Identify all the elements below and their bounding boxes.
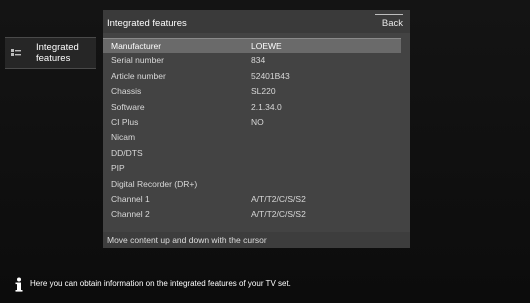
feature-name: Article number xyxy=(111,70,166,81)
feature-value: SL220 xyxy=(251,86,276,97)
tv-screen: Integrated features Integrated features … xyxy=(0,0,530,303)
feature-name: CI Plus xyxy=(111,116,139,127)
feature-value: 52401B43 xyxy=(251,70,290,81)
feature-list[interactable]: Manufacturer LOEWE Serial number 834 Article… xyxy=(103,38,410,223)
feature-name: Manufacturer xyxy=(111,41,162,51)
feature-row[interactable]: Article number 52401B43 xyxy=(103,69,410,84)
feature-name: Digital Recorder (DR+) xyxy=(111,178,198,189)
feature-name: Software xyxy=(111,101,145,112)
feature-name: PIP xyxy=(111,163,125,174)
feature-row[interactable]: Nicam xyxy=(103,130,410,145)
feature-value: A/T/T2/C/S/S2 xyxy=(251,209,306,220)
feature-value: NO xyxy=(251,116,264,127)
panel-header: Integrated features Back xyxy=(103,10,410,33)
feature-row[interactable]: Manufacturer LOEWE xyxy=(103,38,401,54)
info-text: Here you can obtain information on the i… xyxy=(30,279,291,288)
panel-title: Integrated features xyxy=(107,18,187,29)
feature-row[interactable]: Serial number 834 xyxy=(103,53,410,68)
feature-name: Chassis xyxy=(111,86,142,97)
feature-row[interactable]: Channel 1 A/T/T2/C/S/S2 xyxy=(103,192,410,207)
back-button[interactable]: Back xyxy=(375,14,403,32)
feature-row[interactable]: Chassis SL220 xyxy=(103,84,410,99)
list-icon xyxy=(11,49,21,56)
feature-value: A/T/T2/C/S/S2 xyxy=(251,193,306,204)
feature-value: 2.1.34.0 xyxy=(251,101,282,112)
feature-name: Nicam xyxy=(111,132,136,143)
feature-row[interactable]: CI Plus NO xyxy=(103,115,410,130)
integrated-features-panel: Integrated features Back Manufacturer LOE… xyxy=(103,10,410,248)
feature-name: Serial number xyxy=(111,55,164,66)
feature-name: DD/DTS xyxy=(111,147,143,158)
feature-row[interactable]: Digital Recorder (DR+) xyxy=(103,177,410,192)
feature-row[interactable]: DD/DTS xyxy=(103,146,410,161)
feature-name: Channel 1 xyxy=(111,193,150,204)
feature-name: Channel 2 xyxy=(111,209,150,220)
feature-row[interactable]: Channel 2 A/T/T2/C/S/S2 xyxy=(103,207,410,222)
navigation-hint: Move content up and down with the cursor xyxy=(103,232,410,248)
feature-value: 834 xyxy=(251,55,266,66)
sidebar-item-label: Integrated features xyxy=(36,42,79,64)
feature-row[interactable]: Software 2.1.34.0 xyxy=(103,100,410,115)
sidebar-item-integrated-features[interactable]: Integrated features xyxy=(5,37,96,69)
navigation-hint-text: Move content up and down with the cursor xyxy=(107,235,267,245)
feature-value: LOEWE xyxy=(251,41,282,51)
info-icon xyxy=(15,277,23,292)
feature-row[interactable]: PIP xyxy=(103,161,410,176)
